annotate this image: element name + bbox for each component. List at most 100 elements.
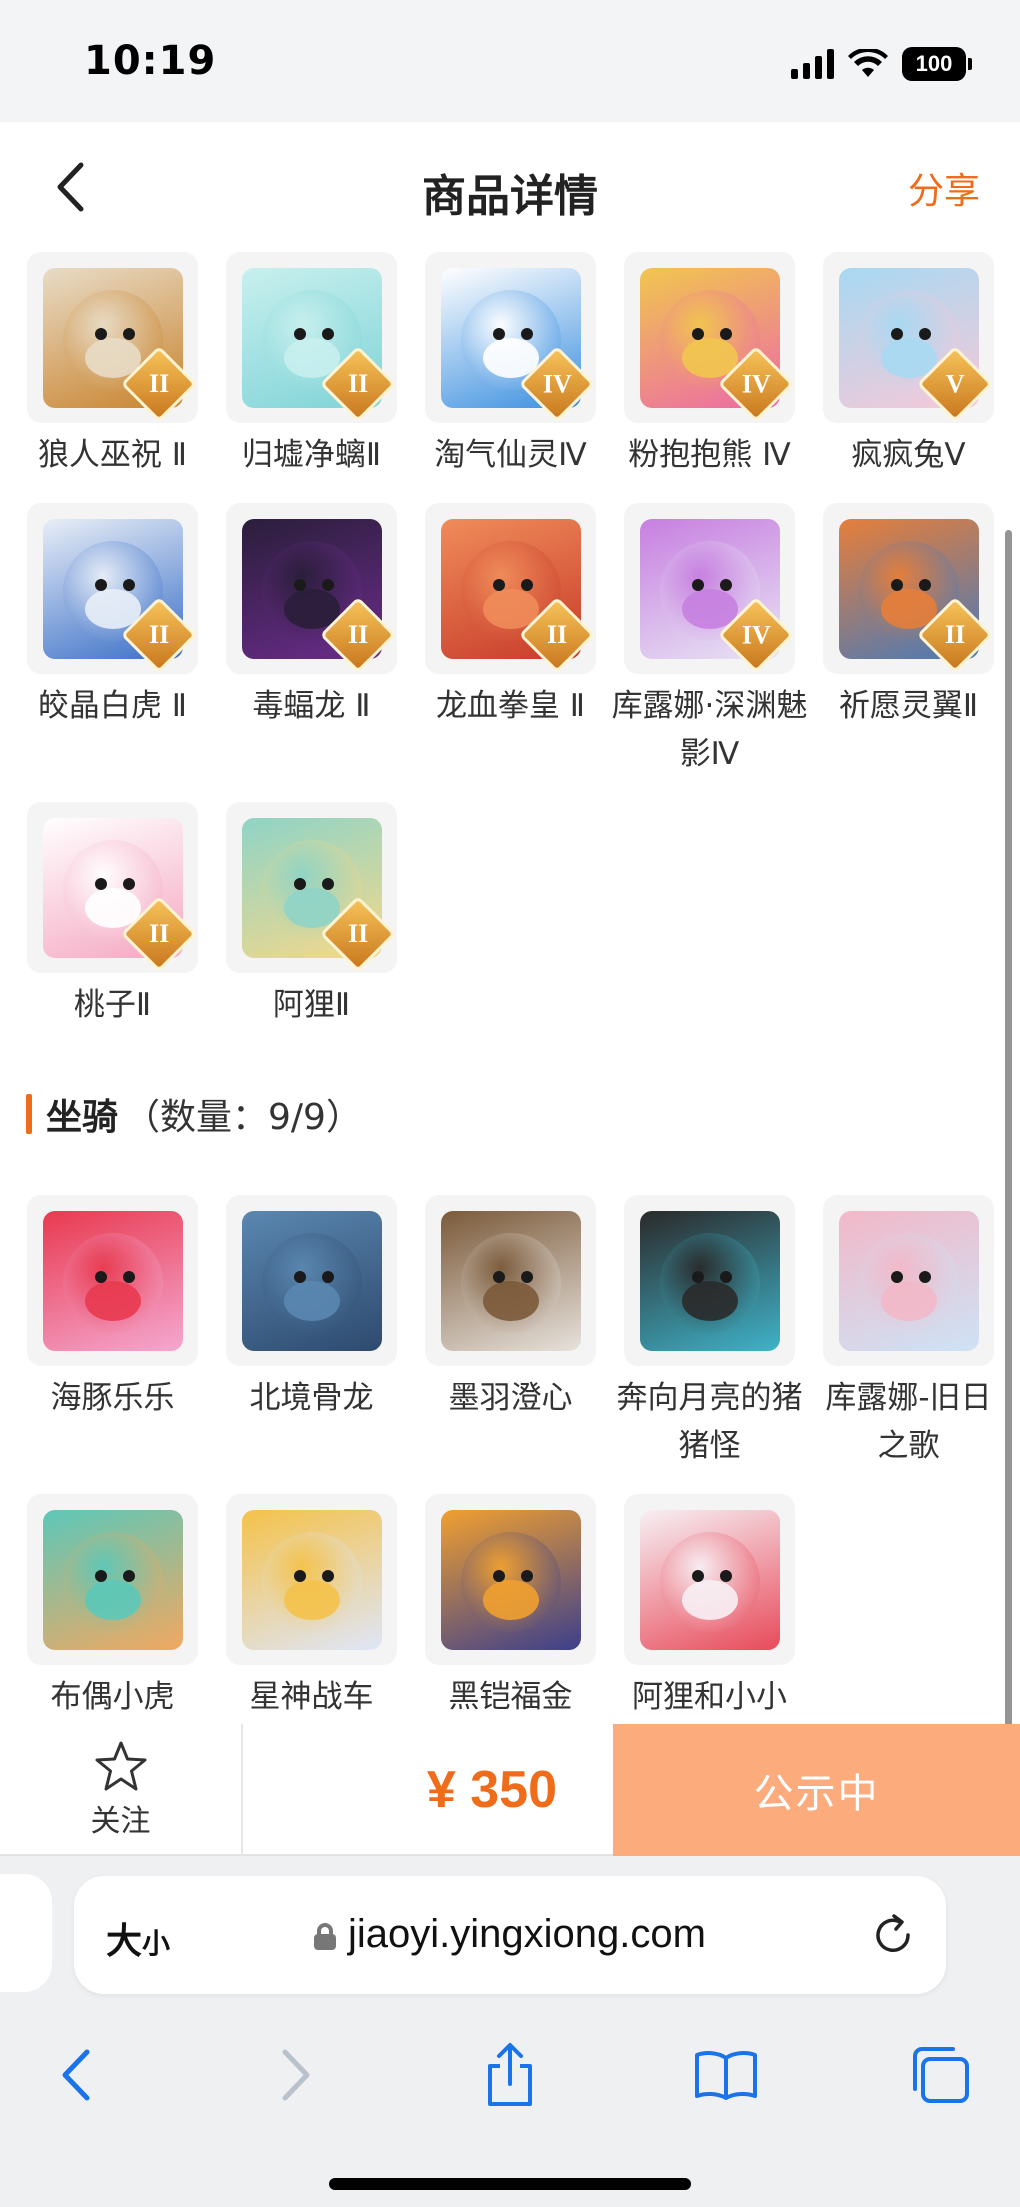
pet-name: 祈愿灵翼Ⅱ: [838, 688, 979, 724]
mount-name: 海豚乐乐: [50, 1380, 175, 1416]
mount-name: 阿狸和小小: [632, 1679, 787, 1715]
back-button[interactable]: [40, 152, 100, 222]
url-display[interactable]: jiaoyi.yingxiong.com: [74, 1912, 946, 1957]
pet-item[interactable]: II 祈愿灵翼Ⅱ: [823, 503, 994, 778]
mount-thumbnail: [27, 1494, 198, 1665]
browser-back-button[interactable]: [36, 2032, 116, 2118]
character-image: [440, 1210, 581, 1351]
pet-item[interactable]: IV 粉抱抱熊 Ⅳ: [624, 252, 795, 479]
mount-thumbnail: [226, 1195, 397, 1366]
pet-thumbnail: II: [226, 503, 397, 674]
share-page-button[interactable]: [470, 2032, 550, 2118]
pet-item[interactable]: II 毒蝠龙 Ⅱ: [226, 503, 397, 778]
pet-thumbnail: II: [27, 252, 198, 423]
pet-name: 疯疯兔Ⅴ: [851, 437, 966, 473]
browser-forward-button[interactable]: [256, 2032, 336, 2118]
mount-item[interactable]: 星神战车: [226, 1494, 397, 1721]
character-image: [241, 1210, 382, 1351]
mount-item[interactable]: 库露娜-旧日之歌: [823, 1195, 994, 1470]
pet-name: 库露娜·深渊魅影Ⅳ: [611, 688, 808, 772]
chevron-right-icon: [282, 2049, 310, 2101]
character-image: [42, 1509, 183, 1650]
mount-item[interactable]: 阿狸和小小: [624, 1494, 795, 1721]
mount-name: 奔向月亮的猪猪怪: [616, 1380, 803, 1464]
character-image: [639, 1210, 780, 1351]
pet-name: 龙血拳皇 Ⅱ: [435, 688, 586, 724]
bookmarks-button[interactable]: [686, 2032, 766, 2118]
pet-thumbnail: II: [425, 503, 596, 674]
reload-icon[interactable]: [870, 1912, 916, 1958]
tabs-icon: [913, 2047, 969, 2103]
pet-item[interactable]: II 桃子Ⅱ: [27, 802, 198, 1029]
cellular-signal-icon: [791, 49, 834, 79]
mount-name: 墨羽澄心: [448, 1380, 573, 1416]
mounts-section-header: 坐骑 （数量：9/9）: [0, 1089, 1020, 1139]
book-icon: [695, 2051, 757, 2100]
character-image: [639, 1509, 780, 1650]
pet-thumbnail: V: [823, 252, 994, 423]
pet-name: 桃子Ⅱ: [73, 987, 152, 1023]
lock-icon: [314, 1923, 337, 1950]
pet-name: 毒蝠龙 Ⅱ: [252, 688, 371, 724]
pet-thumbnail: II: [27, 503, 198, 674]
pet-name: 皎晶白虎 Ⅱ: [37, 688, 188, 724]
pet-item[interactable]: II 阿狸Ⅱ: [226, 802, 397, 1029]
pet-thumbnail: II: [226, 252, 397, 423]
pet-thumbnail: IV: [624, 503, 795, 674]
star-icon: [95, 1741, 146, 1791]
pet-name: 归墟净螭Ⅱ: [241, 437, 382, 473]
status-bar: 10:19 100: [0, 0, 1020, 122]
pet-item[interactable]: II 龙血拳皇 Ⅱ: [425, 503, 596, 778]
mount-item[interactable]: 墨羽澄心: [425, 1195, 596, 1470]
pet-thumbnail: IV: [624, 252, 795, 423]
pet-item[interactable]: II 归墟净螭Ⅱ: [226, 252, 397, 479]
scrollbar[interactable]: [1005, 530, 1012, 1790]
mount-thumbnail: [226, 1494, 397, 1665]
character-image: [440, 1509, 581, 1650]
mount-name: 布偶小虎: [50, 1679, 175, 1715]
pet-name: 粉抱抱熊 Ⅳ: [628, 437, 791, 473]
price: ¥ 350: [426, 1761, 557, 1819]
pet-item[interactable]: II 狼人巫祝 Ⅱ: [27, 252, 198, 479]
character-image: [42, 1210, 183, 1351]
pet-item[interactable]: V 疯疯兔Ⅴ: [823, 252, 994, 479]
address-bar[interactable]: 大小 jiaoyi.yingxiong.com: [74, 1876, 946, 1994]
pet-item[interactable]: IV 淘气仙灵Ⅳ: [425, 252, 596, 479]
battery-level: 100: [902, 47, 966, 81]
public-notice-button[interactable]: 公示中: [613, 1724, 1020, 1856]
mount-item[interactable]: 奔向月亮的猪猪怪: [617, 1195, 803, 1470]
pet-thumbnail: II: [823, 503, 994, 674]
chevron-left-icon: [57, 162, 84, 212]
product-content: II 狼人巫祝 Ⅱ II 归墟净螭Ⅱ IV 淘气仙灵Ⅳ IV 粉抱抱熊 Ⅳ V 疯疯兔Ⅴ II 皎晶白…: [0, 252, 1020, 1724]
section-count: （数量：9/9）: [124, 1097, 362, 1138]
home-indicator: [329, 2178, 691, 2190]
battery-icon: 100: [902, 47, 972, 81]
mount-thumbnail: [823, 1195, 994, 1366]
previous-tab-preview[interactable]: [0, 1874, 52, 1992]
mount-item[interactable]: 北境骨龙: [226, 1195, 397, 1470]
mount-item[interactable]: 海豚乐乐: [27, 1195, 198, 1470]
url-text: jiaoyi.yingxiong.com: [348, 1912, 706, 1956]
pet-name: 狼人巫祝 Ⅱ: [37, 437, 188, 473]
pet-thumbnail: II: [27, 802, 198, 973]
pet-item[interactable]: II 皎晶白虎 Ⅱ: [27, 503, 198, 778]
mount-name: 北境骨龙: [249, 1380, 374, 1416]
mount-thumbnail: [425, 1195, 596, 1366]
tabs-button[interactable]: [900, 2032, 980, 2118]
wifi-icon: [848, 49, 888, 77]
pet-grid: II 狼人巫祝 Ⅱ II 归墟净螭Ⅱ IV 淘气仙灵Ⅳ IV 粉抱抱熊 Ⅳ V 疯疯兔Ⅴ II 皎晶白…: [0, 252, 1020, 1029]
section-accent-bar: [26, 1094, 32, 1134]
mount-thumbnail: [624, 1494, 795, 1665]
mount-thumbnail: [27, 1195, 198, 1366]
share-button[interactable]: 分享: [908, 162, 980, 214]
character-image: [838, 1210, 979, 1351]
chevron-left-icon: [62, 2049, 90, 2101]
mount-item[interactable]: 黑铠福金: [425, 1494, 596, 1721]
pet-item[interactable]: IV 库露娜·深渊魅影Ⅳ: [612, 503, 807, 778]
follow-button[interactable]: 关注: [0, 1724, 243, 1856]
character-image: [241, 1509, 382, 1650]
section-title: 坐骑: [46, 1097, 119, 1138]
pet-thumbnail: II: [226, 802, 397, 973]
mount-item[interactable]: 布偶小虎: [27, 1494, 198, 1721]
mount-name: 库露娜-旧日之歌: [825, 1380, 992, 1464]
